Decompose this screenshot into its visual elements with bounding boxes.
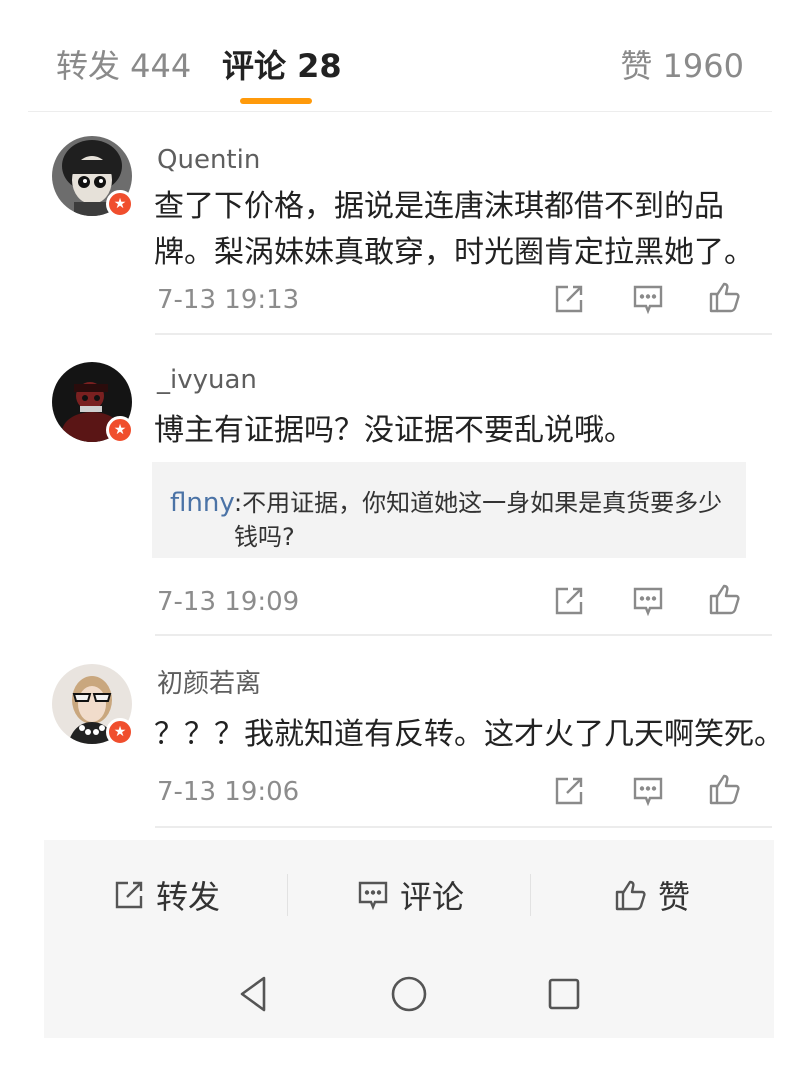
comment-button[interactable]: 评论 [356, 840, 464, 950]
like-button[interactable]: 赞 [614, 840, 690, 950]
avatar[interactable]: ★ [52, 362, 134, 444]
avatar[interactable]: ★ [52, 664, 134, 746]
tabs-divider [28, 111, 772, 112]
comment-username[interactable]: Quentin [157, 144, 260, 176]
like-icon[interactable] [708, 772, 742, 806]
share-icon [115, 881, 143, 909]
action-separator [287, 874, 288, 916]
comment-timestamp: 7-13 19:06 [157, 777, 300, 807]
tab-repost[interactable]: 转发 444 [56, 46, 191, 86]
like-icon[interactable] [708, 582, 742, 616]
comment-tabs: 转发 444 评论 28 赞 1960 [0, 0, 800, 112]
verified-badge-icon: ★ [106, 416, 134, 444]
reply-content: :不用证据，你知道她这一身如果是真货要多少钱吗? [234, 489, 723, 551]
like-icon [615, 880, 646, 911]
share-icon[interactable] [552, 584, 586, 618]
back-triangle-icon[interactable] [234, 974, 274, 1014]
tab-like[interactable]: 赞 1960 [620, 46, 744, 86]
system-nav-bar [44, 950, 774, 1038]
comment-item: ★ Quentin 查了下价格，据说是连唐沫琪都借不到的品牌。梨涡妹妹真敢穿，时… [0, 136, 800, 336]
repost-label: 转发 [156, 878, 221, 916]
verified-badge-icon: ★ [106, 718, 134, 746]
comment-content: 查了下价格，据说是连唐沫琪都借不到的品牌。梨涡妹妹真敢穿，时光圈肯定拉黑她了。 [154, 189, 754, 270]
bottom-action-bar: 转发 评论 赞 [44, 840, 774, 950]
comment-divider [155, 634, 772, 636]
share-icon[interactable] [552, 774, 586, 808]
comment-item: ★ 初颜若离 ？？？我就知道有反转。这才火了几天啊笑死。 7-13 19:06 [0, 664, 800, 830]
active-tab-indicator [240, 98, 312, 104]
comment-content: 博主有证据吗？没证据不要乱说哦。 [154, 413, 634, 448]
comment-timestamp: 7-13 19:13 [157, 285, 300, 315]
reply-username[interactable]: flnny [170, 486, 235, 520]
reply-box[interactable]: flnny :不用证据，你知道她这一身如果是真货要多少钱吗? [152, 462, 746, 558]
comment-icon[interactable] [631, 774, 665, 808]
like-icon[interactable] [708, 280, 742, 314]
comment-icon[interactable] [631, 584, 665, 618]
home-circle-icon[interactable] [389, 974, 429, 1014]
comment-timestamp: 7-13 19:09 [157, 587, 300, 617]
repost-button[interactable]: 转发 [112, 840, 220, 950]
comment-label: 评论 [400, 878, 465, 916]
comment-divider [155, 333, 772, 335]
comment-icon[interactable] [631, 282, 665, 316]
comment-item: ★ _ivyuan 博主有证据吗？没证据不要乱说哦。 flnny :不用证据，你… [0, 362, 800, 636]
avatar[interactable]: ★ [52, 136, 134, 218]
comment-content: ？？？我就知道有反转。这才火了几天啊笑死。 [154, 717, 784, 752]
share-icon[interactable] [552, 282, 586, 316]
like-label: 赞 [658, 878, 691, 916]
action-separator [530, 874, 531, 916]
comment-username[interactable]: _ivyuan [157, 364, 257, 396]
comment-username[interactable]: 初颜若离 [157, 668, 261, 700]
comment-divider [155, 826, 772, 828]
recents-square-icon[interactable] [544, 974, 584, 1014]
verified-badge-icon: ★ [106, 190, 134, 218]
comment-icon [358, 881, 388, 911]
